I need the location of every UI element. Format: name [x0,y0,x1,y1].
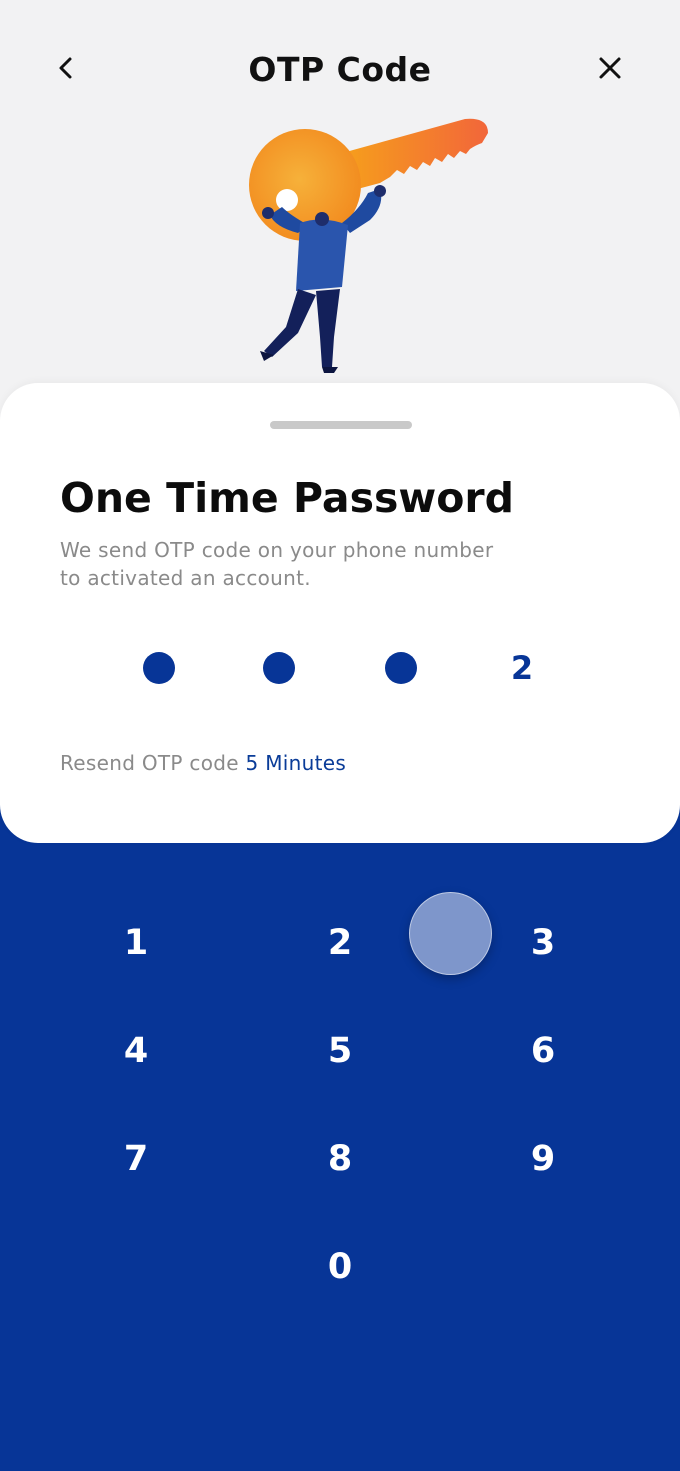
key-2[interactable]: 2 [280,898,400,988]
sheet-title: One Time Password [60,474,514,522]
resend-countdown[interactable]: 5 Minutes [246,751,347,775]
otp-entered-digit: 2 [510,649,534,687]
otp-input[interactable]: 2 [0,638,680,698]
description-line-2: to activated an account. [60,566,311,590]
otp-slot-2 [249,638,309,698]
key-6[interactable]: 6 [483,1006,603,1096]
otp-filled-dot [263,652,295,684]
key-1[interactable]: 1 [76,898,196,988]
close-icon [597,55,623,85]
key-4[interactable]: 4 [76,1006,196,1096]
otp-filled-dot [143,652,175,684]
key-0[interactable]: 0 [280,1222,400,1312]
sheet-description: We send OTP code on your phone number to… [60,536,540,592]
person-carrying-key-illustration [230,105,500,380]
key-7[interactable]: 7 [76,1114,196,1204]
key-3[interactable]: 3 [483,898,603,988]
key-5[interactable]: 5 [280,1006,400,1096]
resend-otp: Resend OTP code 5 Minutes [60,749,346,777]
touch-indicator [409,892,492,975]
key-9[interactable]: 9 [483,1114,603,1204]
page-title: OTP Code [248,50,432,89]
otp-sheet: One Time Password We send OTP code on yo… [0,383,680,843]
description-line-1: We send OTP code on your phone number [60,538,494,562]
resend-label: Resend OTP code [60,751,239,775]
drag-handle[interactable] [270,421,412,429]
otp-slot-4: 2 [492,638,552,698]
otp-filled-dot [385,652,417,684]
otp-slot-1 [129,638,189,698]
key-8[interactable]: 8 [280,1114,400,1204]
close-button[interactable] [588,48,632,92]
otp-slot-3 [371,638,431,698]
